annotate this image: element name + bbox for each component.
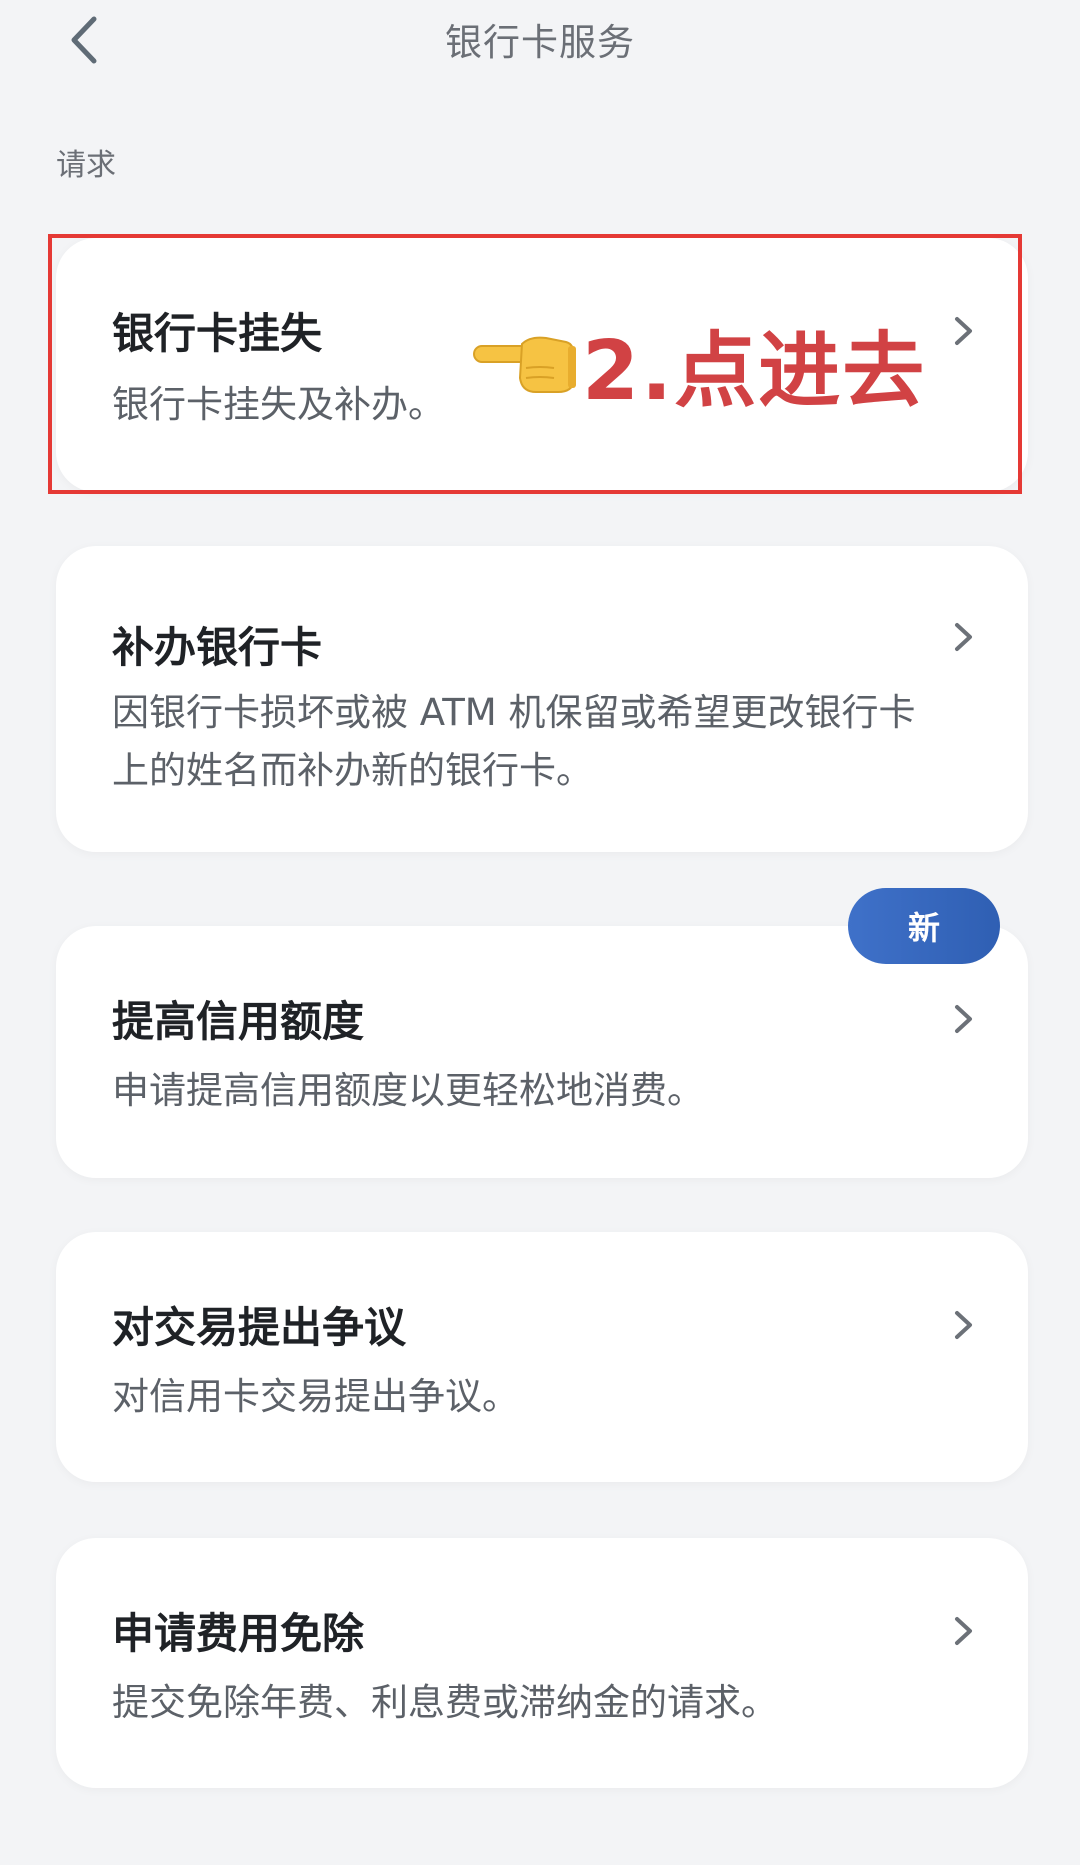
card-fee-waiver[interactable]: 申请费用免除 提交免除年费、利息费或滞纳金的请求。 <box>56 1538 1028 1788</box>
card-description: 银行卡挂失及补办。 <box>112 383 445 426</box>
chevron-right-icon <box>955 623 972 651</box>
page-title: 银行卡服务 <box>445 21 635 64</box>
card-title: 提高信用额度 <box>112 997 365 1046</box>
card-description: 提交免除年费、利息费或滞纳金的请求。 <box>112 1681 778 1724</box>
card-title: 补办银行卡 <box>112 623 323 672</box>
chevron-right-icon <box>955 1311 972 1339</box>
card-report-lost-card[interactable]: 银行卡挂失 银行卡挂失及补办。 <box>56 238 1028 492</box>
card-title: 对交易提出争议 <box>112 1303 407 1352</box>
new-badge: 新 <box>848 888 1000 964</box>
chevron-right-icon <box>955 317 972 345</box>
card-dispute-transaction[interactable]: 对交易提出争议 对信用卡交易提出争议。 <box>56 1232 1028 1482</box>
section-title: 请求 <box>56 148 116 183</box>
card-description: 因银行卡损坏或被 ATM 机保留或希望更改银行卡上的姓名而补办新的银行卡。 <box>112 691 916 792</box>
top-bar: 银行卡服务 <box>0 0 1080 80</box>
card-replace-card[interactable]: 补办银行卡 因银行卡损坏或被 ATM 机保留或希望更改银行卡上的姓名而补办新的银… <box>56 546 1028 852</box>
card-description: 申请提高信用额度以更轻松地消费。 <box>112 1069 704 1112</box>
card-title: 申请费用免除 <box>112 1609 365 1658</box>
card-title: 银行卡挂失 <box>112 309 323 358</box>
card-description: 对信用卡交易提出争议。 <box>112 1375 519 1418</box>
chevron-right-icon <box>955 1617 972 1645</box>
chevron-right-icon <box>955 1005 972 1033</box>
